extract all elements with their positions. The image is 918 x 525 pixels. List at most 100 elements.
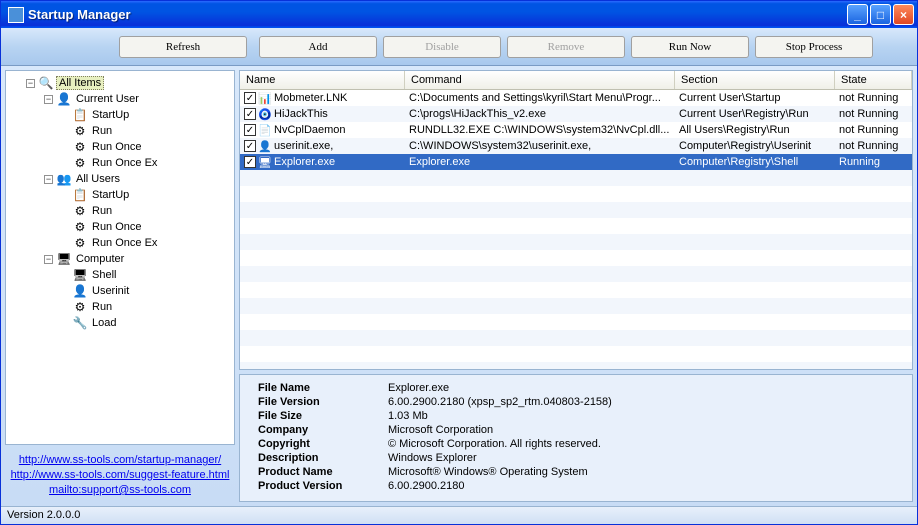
details-panel: File NameExplorer.exeFile Version6.00.29… bbox=[239, 374, 913, 502]
tree-leaf[interactable]: 👤Userinit bbox=[8, 283, 232, 299]
item-icon: ⚙ bbox=[72, 156, 88, 170]
col-name[interactable]: Name bbox=[240, 71, 405, 89]
main: Name Command Section State ✓📊Mobmeter.LN… bbox=[239, 70, 913, 502]
detail-value: Explorer.exe bbox=[388, 381, 904, 395]
add-button[interactable]: Add bbox=[259, 36, 377, 58]
disable-button[interactable]: Disable bbox=[383, 36, 501, 58]
item-icon: ⚙ bbox=[72, 124, 88, 138]
tree-leaf[interactable]: 📋StartUp bbox=[8, 107, 232, 123]
grid-body[interactable]: ✓📊Mobmeter.LNKC:\Documents and Settings\… bbox=[240, 90, 912, 369]
tree-label[interactable]: Run Once Ex bbox=[90, 157, 159, 169]
refresh-button[interactable]: Refresh bbox=[119, 36, 247, 58]
tree-leaf[interactable]: ⚙Run Once Ex bbox=[8, 155, 232, 171]
detail-value: © Microsoft Corporation. All rights rese… bbox=[388, 437, 904, 451]
tree-leaf[interactable]: ⚙Run bbox=[8, 123, 232, 139]
row-command: C:\WINDOWS\system32\userinit.exe, bbox=[405, 140, 675, 152]
tree-leaf[interactable]: 🔧Load bbox=[8, 315, 232, 331]
stop-process-button[interactable]: Stop Process bbox=[755, 36, 873, 58]
tree-label[interactable]: Run Once Ex bbox=[90, 237, 159, 249]
toolbar: Refresh Add Disable Remove Run Now Stop … bbox=[1, 28, 917, 66]
remove-button[interactable]: Remove bbox=[507, 36, 625, 58]
tree-leaf[interactable]: 🖥Shell bbox=[8, 267, 232, 283]
collapse-icon[interactable]: − bbox=[26, 79, 35, 88]
row-state: not Running bbox=[835, 124, 912, 136]
detail-row: File Version6.00.2900.2180 (xpsp_sp2_rtm… bbox=[248, 395, 904, 409]
table-row[interactable]: ✓📊Mobmeter.LNKC:\Documents and Settings\… bbox=[240, 90, 912, 106]
link-suggest[interactable]: http://www.ss-tools.com/suggest-feature.… bbox=[9, 468, 231, 483]
tree-label[interactable]: Run bbox=[90, 205, 114, 217]
row-checkbox[interactable]: ✓ bbox=[244, 140, 256, 152]
row-checkbox[interactable]: ✓ bbox=[244, 92, 256, 104]
col-section[interactable]: Section bbox=[675, 71, 835, 89]
detail-value: 1.03 Mb bbox=[388, 409, 904, 423]
tree-label[interactable]: Run Once bbox=[90, 221, 144, 233]
statusbar: Version 2.0.0.0 bbox=[1, 506, 917, 524]
row-state: Running bbox=[835, 156, 912, 168]
row-section: Current User\Startup bbox=[675, 92, 835, 104]
maximize-button[interactable]: □ bbox=[870, 4, 891, 25]
tree-leaf[interactable]: ⚙Run Once Ex bbox=[8, 235, 232, 251]
tree-label[interactable]: Computer bbox=[74, 253, 126, 265]
tree-label[interactable]: Run bbox=[90, 125, 114, 137]
tree-label[interactable]: StartUp bbox=[90, 189, 131, 201]
table-row[interactable]: ✓👤userinit.exe,C:\WINDOWS\system32\useri… bbox=[240, 138, 912, 154]
row-state: not Running bbox=[835, 140, 912, 152]
close-button[interactable]: × bbox=[893, 4, 914, 25]
row-checkbox[interactable]: ✓ bbox=[244, 156, 256, 168]
detail-row: CompanyMicrosoft Corporation bbox=[248, 423, 904, 437]
row-name: userinit.exe, bbox=[274, 140, 333, 152]
item-icon: 🔧 bbox=[72, 316, 88, 330]
tree-current-user[interactable]: − 👤 Current User bbox=[8, 91, 232, 107]
table-row[interactable]: ✓🧿HiJackThisC:\progs\HiJackThis_v2.exeCu… bbox=[240, 106, 912, 122]
row-command: C:\Documents and Settings\kyril\Start Me… bbox=[405, 92, 675, 104]
tree-computer[interactable]: − 🖥 Computer bbox=[8, 251, 232, 267]
detail-label: Copyright bbox=[248, 437, 388, 451]
tree-label[interactable]: Run bbox=[90, 301, 114, 313]
row-command: RUNDLL32.EXE C:\WINDOWS\system32\NvCpl.d… bbox=[405, 124, 675, 136]
detail-label: File Name bbox=[248, 381, 388, 395]
detail-label: File Size bbox=[248, 409, 388, 423]
app-icon bbox=[8, 7, 24, 23]
tree-leaf[interactable]: ⚙Run Once bbox=[8, 139, 232, 155]
tree-label[interactable]: Shell bbox=[90, 269, 118, 281]
link-mailto[interactable]: mailto:support@ss-tools.com bbox=[9, 483, 231, 498]
col-state[interactable]: State bbox=[835, 71, 912, 89]
row-checkbox[interactable]: ✓ bbox=[244, 124, 256, 136]
row-checkbox[interactable]: ✓ bbox=[244, 108, 256, 120]
tree-root[interactable]: − 🔍 All Items bbox=[8, 75, 232, 91]
titlebar[interactable]: Startup Manager _ □ × bbox=[1, 1, 917, 28]
tree-leaf[interactable]: ⚙Run bbox=[8, 299, 232, 315]
tree-label[interactable]: Run Once bbox=[90, 141, 144, 153]
tree-leaf[interactable]: ⚙Run bbox=[8, 203, 232, 219]
grid: Name Command Section State ✓📊Mobmeter.LN… bbox=[239, 70, 913, 370]
tree-all-users[interactable]: − 👥 All Users bbox=[8, 171, 232, 187]
item-icon: 🖥 bbox=[72, 268, 88, 282]
tree-label[interactable]: StartUp bbox=[90, 109, 131, 121]
detail-row: Product NameMicrosoft® Windows® Operatin… bbox=[248, 465, 904, 479]
link-homepage[interactable]: http://www.ss-tools.com/startup-manager/ bbox=[9, 453, 231, 468]
tree-label[interactable]: Current User bbox=[74, 93, 141, 105]
row-state: not Running bbox=[835, 92, 912, 104]
minimize-button[interactable]: _ bbox=[847, 4, 868, 25]
collapse-icon[interactable]: − bbox=[44, 95, 53, 104]
tree-label[interactable]: All Items bbox=[56, 76, 104, 90]
collapse-icon[interactable]: − bbox=[44, 255, 53, 264]
collapse-icon[interactable]: − bbox=[44, 175, 53, 184]
detail-label: Company bbox=[248, 423, 388, 437]
row-section: Current User\Registry\Run bbox=[675, 108, 835, 120]
table-row[interactable]: ✓📄NvCplDaemonRUNDLL32.EXE C:\WINDOWS\sys… bbox=[240, 122, 912, 138]
col-command[interactable]: Command bbox=[405, 71, 675, 89]
tree[interactable]: − 🔍 All Items − 👤 Current User 📋StartUp⚙… bbox=[5, 70, 235, 445]
table-row[interactable]: ✓🖥Explorer.exeExplorer.exeComputer\Regis… bbox=[240, 154, 912, 170]
row-section: Computer\Registry\Shell bbox=[675, 156, 835, 168]
tree-label[interactable]: Userinit bbox=[90, 285, 131, 297]
row-name: Explorer.exe bbox=[274, 156, 335, 168]
row-name: HiJackThis bbox=[274, 108, 328, 120]
tree-label[interactable]: Load bbox=[90, 317, 118, 329]
tree-leaf[interactable]: 📋StartUp bbox=[8, 187, 232, 203]
item-icon: ⚙ bbox=[72, 140, 88, 154]
run-now-button[interactable]: Run Now bbox=[631, 36, 749, 58]
tree-label[interactable]: All Users bbox=[74, 173, 122, 185]
detail-row: DescriptionWindows Explorer bbox=[248, 451, 904, 465]
tree-leaf[interactable]: ⚙Run Once bbox=[8, 219, 232, 235]
